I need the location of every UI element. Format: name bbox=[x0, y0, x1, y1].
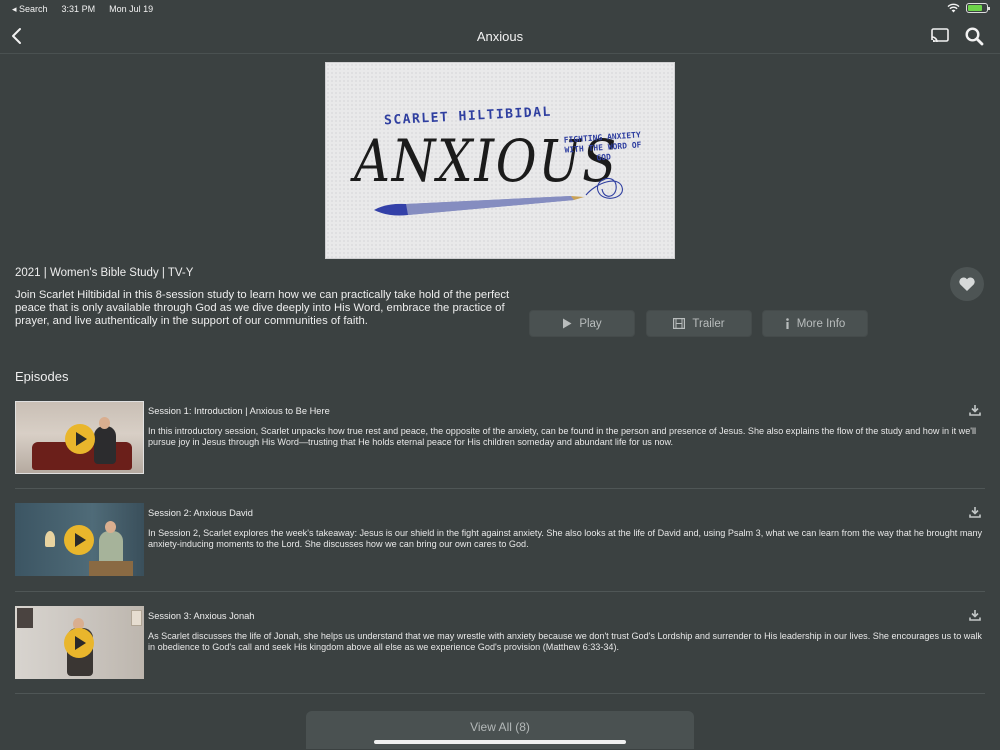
episode-thumbnail[interactable] bbox=[15, 401, 144, 474]
download-icon[interactable] bbox=[969, 404, 981, 416]
info-icon bbox=[785, 318, 789, 329]
episode-description: As Scarlet discusses the life of Jonah, … bbox=[148, 631, 982, 652]
episode-description: In Session 2, Scarlet explores the week'… bbox=[148, 528, 983, 549]
home-indicator[interactable] bbox=[374, 740, 626, 744]
episode-title[interactable]: Session 2: Anxious David bbox=[148, 508, 253, 518]
episode-row[interactable]: Session 2: Anxious David In Session 2, S… bbox=[15, 503, 985, 592]
episode-title[interactable]: Session 3: Anxious Jonah bbox=[148, 611, 254, 621]
status-bar: ◂ Search 3:31 PM Mon Jul 19 bbox=[0, 0, 1000, 18]
heart-icon bbox=[959, 277, 975, 291]
download-icon[interactable] bbox=[969, 506, 981, 518]
search-icon[interactable] bbox=[964, 26, 984, 46]
episode-title[interactable]: Session 1: Introduction | Anxious to Be … bbox=[148, 406, 330, 416]
play-circle-icon[interactable] bbox=[64, 628, 94, 658]
episode-thumbnail[interactable] bbox=[15, 503, 144, 576]
episode-description: In this introductory session, Scarlet un… bbox=[148, 426, 977, 447]
status-date: Mon Jul 19 bbox=[109, 4, 154, 14]
series-description: Join Scarlet Hiltibidal in this 8-sessio… bbox=[15, 289, 510, 327]
episodes-heading: Episodes bbox=[15, 369, 69, 384]
download-icon[interactable] bbox=[969, 609, 981, 621]
page-title: Anxious bbox=[476, 29, 524, 44]
film-icon bbox=[673, 318, 686, 329]
play-circle-icon[interactable] bbox=[64, 525, 94, 555]
trailer-button-label: Trailer bbox=[692, 317, 725, 330]
status-time: 3:31 PM bbox=[61, 4, 96, 14]
series-artwork: SCARLET HILTIBIDAL ANXIOUS FIGHTING ANXI… bbox=[325, 62, 675, 259]
episode-thumbnail[interactable] bbox=[15, 606, 144, 679]
play-icon bbox=[563, 318, 572, 329]
more-info-button-label: More Info bbox=[796, 317, 846, 330]
wifi-icon bbox=[947, 3, 960, 13]
favorite-button[interactable] bbox=[950, 267, 984, 301]
pen-illustration bbox=[374, 177, 623, 216]
more-info-button[interactable]: More Info bbox=[762, 310, 868, 337]
play-button[interactable]: Play bbox=[529, 310, 635, 337]
trailer-button[interactable]: Trailer bbox=[646, 310, 752, 337]
episode-row[interactable]: Session 1: Introduction | Anxious to Be … bbox=[15, 401, 985, 489]
battery-icon bbox=[966, 3, 990, 13]
navigation-bar: Anxious bbox=[0, 20, 1000, 54]
episode-row[interactable]: Session 3: Anxious Jonah As Scarlet disc… bbox=[15, 606, 985, 694]
view-all-label: View All (8) bbox=[470, 720, 530, 734]
play-button-label: Play bbox=[579, 317, 602, 330]
back-to-app-link[interactable]: ◂ Search bbox=[12, 4, 48, 15]
play-circle-icon[interactable] bbox=[65, 424, 95, 454]
cast-icon[interactable] bbox=[930, 27, 950, 45]
series-meta: 2021 | Women's Bible Study | TV-Y bbox=[15, 267, 194, 279]
